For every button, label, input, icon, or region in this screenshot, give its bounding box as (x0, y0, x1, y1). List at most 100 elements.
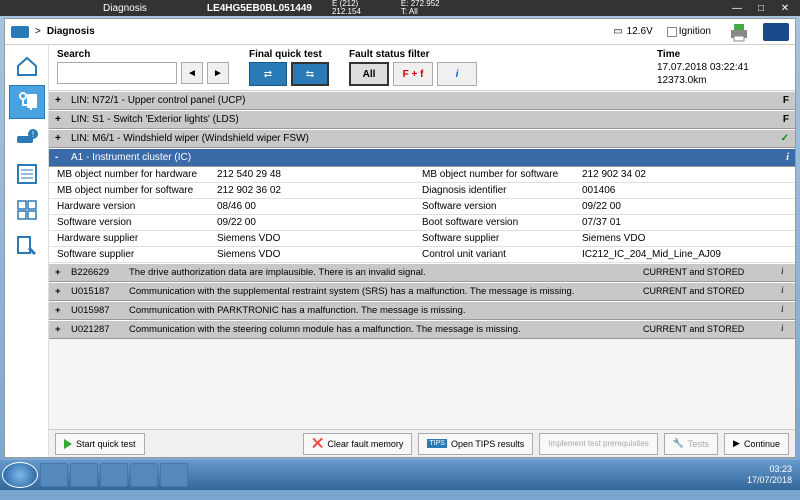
stethoscope-icon (15, 90, 39, 114)
info-icon: i (781, 286, 789, 297)
ignition-toggle[interactable]: Ignition (667, 26, 711, 37)
detail-value: Siemens VDO (217, 233, 422, 244)
fault-desc: Communication with the steering column m… (129, 324, 635, 335)
expand-icon: + (55, 305, 63, 316)
ecu-row[interactable]: +LIN: M6/1 - Windshield wiper (Windshiel… (49, 129, 795, 148)
ecu-list[interactable]: +LIN: N72/1 - Upper control panel (UCP)F… (49, 91, 795, 429)
printer-icon[interactable] (727, 22, 751, 42)
ecu-details: MB object number for hardware212 540 29 … (49, 167, 795, 263)
filter-info-button[interactable]: i (437, 62, 477, 86)
vin: LE4HG5EB0BL051449 (207, 3, 312, 14)
detail-row: MB object number for hardware212 540 29 … (49, 167, 795, 183)
detail-row: Software supplierSiemens VDOControl unit… (49, 247, 795, 263)
detail-value: 212 902 36 02 (217, 185, 422, 196)
fault-code: B226629 (71, 267, 121, 278)
maximize-button[interactable]: □ (749, 3, 773, 14)
close-button[interactable]: ✕ (773, 3, 797, 14)
ecu-row-expanded[interactable]: -A1 - Instrument cluster (IC)i (49, 148, 795, 167)
taskbar-app-1[interactable] (40, 463, 68, 487)
fault-row[interactable]: +U015187Communication with the supplemen… (49, 282, 795, 301)
grid-icon (15, 198, 39, 222)
info-icon: i (781, 305, 789, 316)
fault-code: U021287 (71, 324, 121, 335)
search-next-button[interactable]: ► (207, 62, 229, 84)
arrow-left-icon: ⇆ (306, 69, 314, 80)
fault-status (643, 305, 773, 316)
fault-status: CURRENT and STORED (643, 324, 773, 335)
ecu-name: LIN: N72/1 - Upper control panel (UCP) (71, 95, 246, 106)
ecu-status: ✓ (781, 133, 789, 144)
svg-text:!: ! (31, 130, 33, 139)
taskbar-app-4[interactable] (130, 463, 158, 487)
taskbar-clock[interactable]: 03:23 17/07/2018 (747, 464, 798, 486)
detail-value: 09/22 00 (582, 201, 787, 212)
odometer: 12373.0km (657, 75, 787, 86)
ecu-status: F (783, 114, 789, 125)
detail-value: 09/22 00 (217, 217, 422, 228)
detail-key: Software version (422, 201, 582, 212)
detail-value: Siemens VDO (217, 249, 422, 260)
continue-icon: ▶ (733, 438, 740, 449)
detail-row: Software version09/22 00Boot software ve… (49, 215, 795, 231)
play-icon (64, 439, 72, 449)
detail-key: MB object number for software (422, 169, 582, 180)
search-prev-button[interactable]: ◄ (181, 62, 203, 84)
sidebar-list[interactable] (9, 157, 45, 191)
manual-icon[interactable] (763, 23, 789, 41)
filter-ff-button[interactable]: F + f (393, 62, 433, 86)
breadcrumb-diagnosis[interactable]: Diagnosis (47, 26, 95, 37)
quicktest-back-button[interactable]: ⇆ (291, 62, 329, 86)
fault-row[interactable]: +U015987Communication with PARKTRONIC ha… (49, 301, 795, 320)
fault-code: U015187 (71, 286, 121, 297)
fault-desc: Communication with PARKTRONIC has a malf… (129, 305, 635, 316)
main-panel: Search ◄ ► Final quick test ⇄ ⇆ Fault s (49, 45, 795, 457)
sidebar-grid[interactable] (9, 193, 45, 227)
detail-value: 07/37 01 (582, 217, 787, 228)
checkbox-icon (667, 27, 677, 37)
taskbar-app-3[interactable] (100, 463, 128, 487)
search-input[interactable] (57, 62, 177, 84)
open-tips-button[interactable]: TIPSOpen TIPS results (418, 433, 533, 455)
expand-icon: + (55, 324, 63, 335)
implement-test-button: Implement test prerequisites (539, 433, 658, 455)
detail-key: Control unit variant (422, 249, 582, 260)
ecu-row[interactable]: +LIN: N72/1 - Upper control panel (UCP)F (49, 91, 795, 110)
taskbar-app-5[interactable] (160, 463, 188, 487)
minimize-button[interactable]: — (725, 3, 749, 14)
fault-desc: Communication with the supplemental rest… (129, 286, 635, 297)
detail-value: 212 540 29 48 (217, 169, 422, 180)
wrench-icon: 🔧 (673, 438, 684, 449)
detail-value: 212 902 34 02 (582, 169, 787, 180)
fault-row[interactable]: +B226629The drive authorization data are… (49, 263, 795, 282)
quicktest-forward-button[interactable]: ⇄ (249, 62, 287, 86)
sidebar-vehicle[interactable]: ! (9, 121, 45, 155)
arrow-right-icon: ⇄ (264, 69, 272, 80)
battery-icon: ▭ (613, 26, 622, 37)
ecu-row[interactable]: +LIN: S1 - Switch 'Exterior lights' (LDS… (49, 110, 795, 129)
info-icon: i (786, 152, 789, 163)
sidebar-diagnosis[interactable] (9, 85, 45, 119)
expand-icon: + (55, 133, 65, 144)
window-titlebar: Diagnosis LE4HG5EB0BL051449 E (212) 212.… (0, 0, 800, 16)
sidebar-home[interactable] (9, 49, 45, 83)
continue-button[interactable]: ▶Continue (724, 433, 789, 455)
detail-value: 08/46 00 (217, 201, 422, 212)
wrench-doc-icon (15, 234, 39, 258)
filter-all-button[interactable]: All (349, 62, 389, 86)
fault-row[interactable]: + U021287 Communication with the steering … (49, 320, 795, 339)
info-icon: i (781, 267, 789, 278)
clear-fault-button[interactable]: ❌Clear fault memory (303, 433, 412, 455)
codes2: E: 272.952 T: All (401, 0, 440, 16)
taskbar-app-2[interactable] (70, 463, 98, 487)
quicktest-label: Final quick test (249, 49, 329, 60)
detail-key: Software supplier (422, 233, 582, 244)
detail-key: MB object number for software (57, 185, 217, 196)
detail-key: Hardware supplier (57, 233, 217, 244)
home-icon (15, 54, 39, 78)
detail-row: MB object number for software212 902 36 … (49, 183, 795, 199)
start-button[interactable] (2, 462, 38, 488)
start-quicktest-button[interactable]: Start quick test (55, 433, 145, 455)
ecu-name: A1 - Instrument cluster (IC) (71, 152, 191, 163)
detail-value: Siemens VDO (582, 233, 787, 244)
sidebar-tools[interactable] (9, 229, 45, 263)
